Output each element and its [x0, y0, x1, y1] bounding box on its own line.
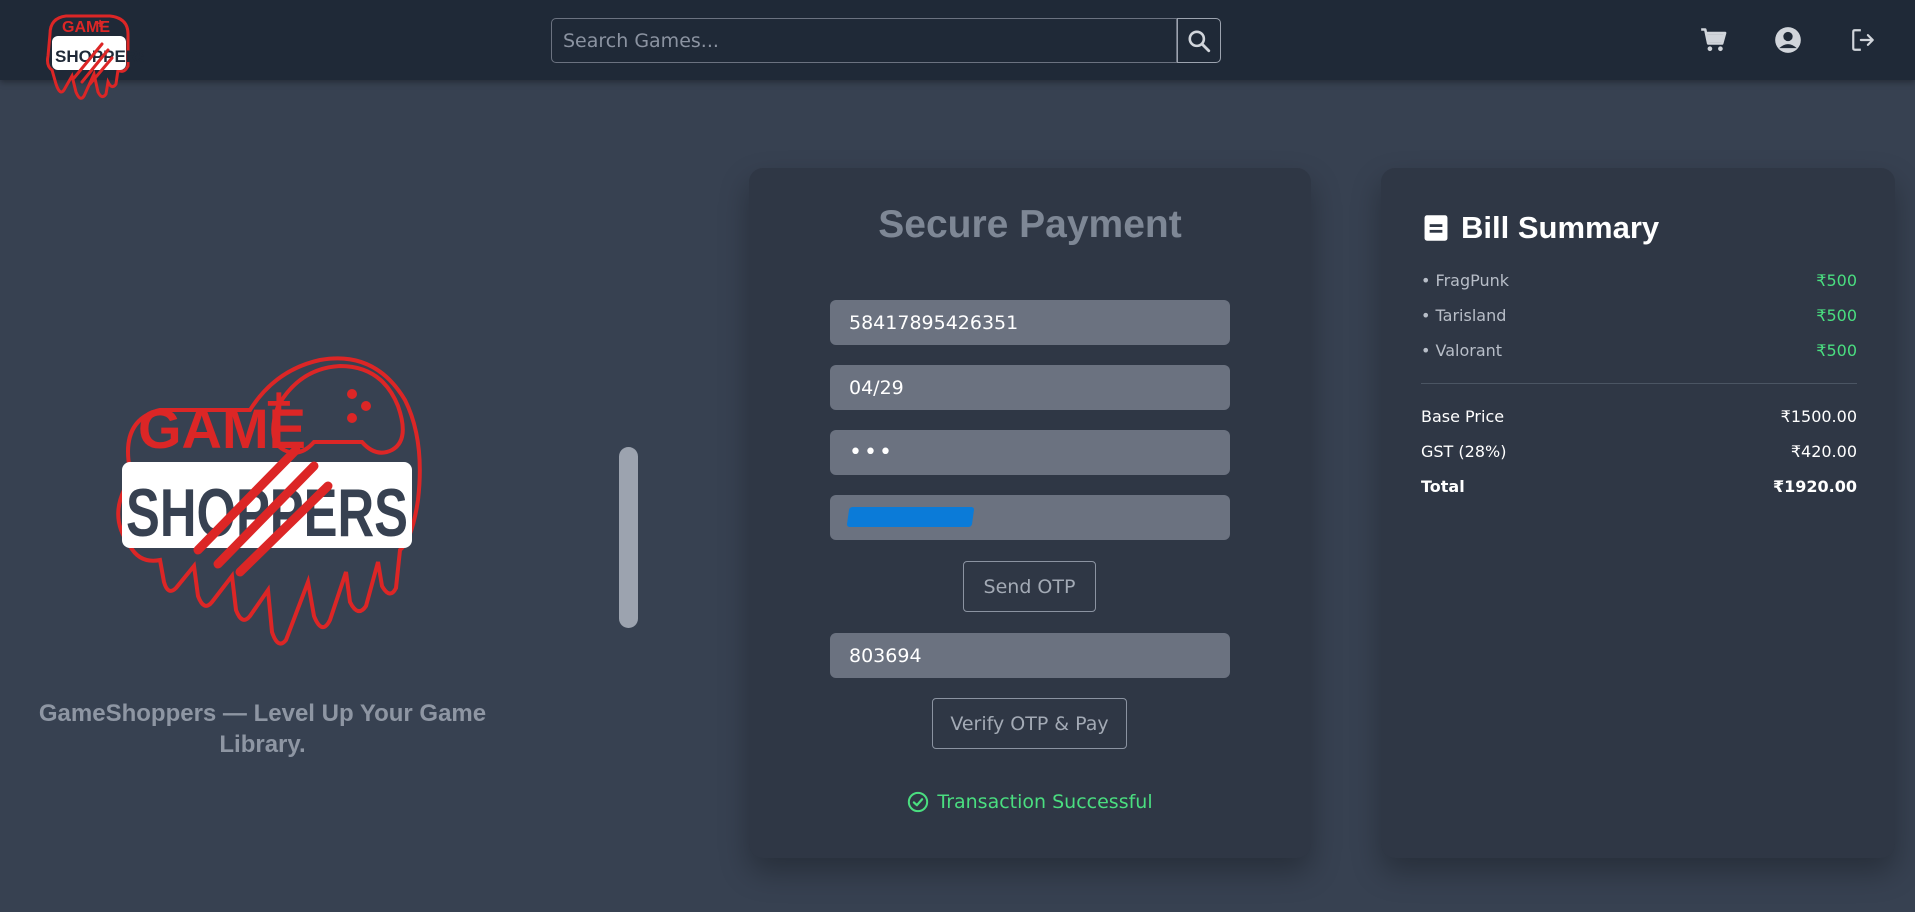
bill-item-row: • Tarisland ₹500 — [1421, 306, 1857, 325]
top-navbar: GAME SHOPPERS + — [0, 0, 1915, 100]
bill-item-price: ₹500 — [1816, 271, 1857, 290]
total-row: Total ₹1920.00 — [1421, 477, 1857, 496]
search-icon — [1188, 29, 1211, 52]
check-circle-icon — [908, 791, 929, 813]
account-circle-icon — [1775, 27, 1801, 53]
redacted-input[interactable] — [830, 495, 1230, 540]
cvv-mask: ••• — [849, 440, 894, 465]
svg-text:SHOPPERS: SHOPPERS — [55, 47, 144, 66]
redaction-overlay — [846, 507, 975, 527]
bill-item-row: • Valorant ₹500 — [1421, 341, 1857, 360]
cart-icon — [1701, 28, 1727, 52]
cvv-input[interactable]: ••• — [830, 430, 1230, 475]
bill-summary-title: Bill Summary — [1461, 210, 1660, 245]
total-label: Total — [1421, 477, 1465, 496]
bill-summary-heading: Bill Summary — [1423, 210, 1659, 246]
payment-title: Secure Payment — [878, 203, 1182, 246]
base-price-row: Base Price ₹1500.00 — [1421, 407, 1857, 426]
account-button[interactable] — [1772, 24, 1804, 56]
bill-item-name: • Tarisland — [1421, 306, 1507, 325]
search-bar — [551, 18, 1221, 63]
transaction-status: Transaction Successful — [749, 791, 1311, 813]
bill-item-price: ₹500 — [1816, 306, 1857, 325]
gst-label: GST (28%) — [1421, 442, 1507, 461]
send-otp-button[interactable]: Send OTP — [963, 561, 1096, 612]
transaction-status-text: Transaction Successful — [937, 791, 1153, 813]
gameshoppers-logo-large: + GAME SHOPPERS — [116, 356, 422, 646]
search-button[interactable] — [1177, 18, 1221, 63]
bill-item-name: • FragPunk — [1421, 271, 1510, 290]
total-value: ₹1920.00 — [1772, 477, 1857, 496]
card-number-input[interactable]: 58417895426351 — [830, 300, 1230, 345]
scrollbar-thumb[interactable] — [619, 447, 638, 628]
brand-tagline: GameShoppers — Level Up Your Game Librar… — [38, 700, 487, 758]
receipt-icon — [1424, 215, 1448, 241]
logout-icon — [1852, 29, 1874, 51]
card-number-value: 58417895426351 — [849, 311, 1019, 334]
gst-value: ₹420.00 — [1790, 442, 1857, 461]
gst-row: GST (28%) ₹420.00 — [1421, 442, 1857, 461]
otp-input[interactable]: 803694 — [830, 633, 1230, 678]
base-price-label: Base Price — [1421, 407, 1505, 426]
svg-text:+: + — [96, 15, 104, 31]
bill-item-name: • Valorant — [1421, 341, 1503, 360]
bill-summary-card: Bill Summary • FragPunk ₹500 • Tarisland… — [1381, 168, 1895, 858]
gameshoppers-logo-small[interactable]: GAME SHOPPERS + — [32, 4, 144, 104]
base-price-value: ₹1500.00 — [1780, 407, 1857, 426]
otp-value: 803694 — [849, 644, 922, 667]
bill-item-price: ₹500 — [1816, 341, 1857, 360]
svg-text:GAME: GAME — [138, 397, 306, 460]
search-input[interactable] — [551, 18, 1177, 63]
logout-button[interactable] — [1847, 24, 1879, 56]
cart-button[interactable] — [1698, 24, 1730, 56]
expiry-value: 04/29 — [849, 376, 904, 399]
secure-payment-card: Secure Payment 58417895426351 04/29 ••• … — [749, 168, 1311, 858]
expiry-date-input[interactable]: 04/29 — [830, 365, 1230, 410]
bill-item-row: • FragPunk ₹500 — [1421, 271, 1857, 290]
verify-otp-pay-button[interactable]: Verify OTP & Pay — [932, 698, 1127, 749]
bill-divider — [1421, 383, 1857, 384]
